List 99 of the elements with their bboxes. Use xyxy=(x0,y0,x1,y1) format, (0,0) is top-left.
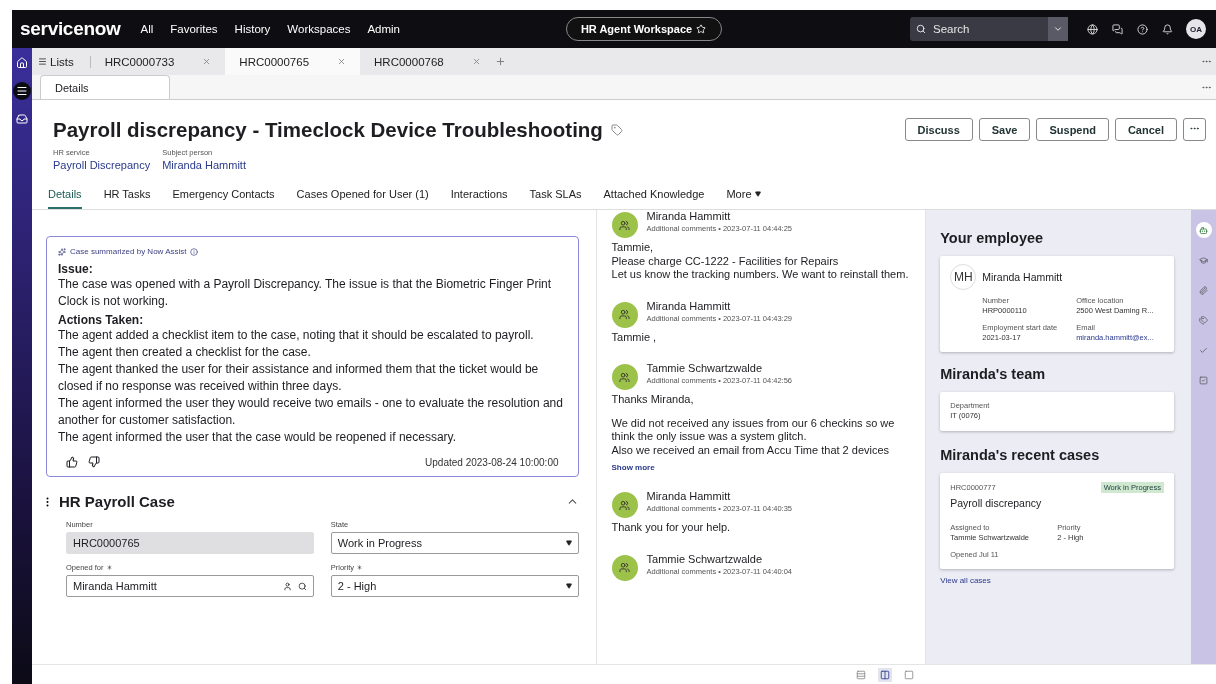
comment-text: We did not received any issues from our 6 checkins so we think the only issue was a system glitch. xyxy=(611,416,896,444)
more-button[interactable] xyxy=(1183,118,1206,141)
thumbs-up-icon[interactable] xyxy=(66,456,78,468)
split-view-icon[interactable] xyxy=(878,667,892,682)
workspace-switcher[interactable]: HR Agent Workspace xyxy=(565,17,722,41)
summary-text: The agent added a checklist item to the case, noting that it should be escalated to payroll. xyxy=(58,327,535,344)
comment-text: Please charge CC-1222 - Facilities for Repairs xyxy=(611,254,840,268)
action-button[interactable]: Discuss xyxy=(904,118,973,141)
summary-heading: Actions Taken: xyxy=(58,313,145,327)
team-avatar-icon xyxy=(611,364,638,390)
employee-name: Miranda Hammitt xyxy=(982,271,1063,283)
record-tab[interactable]: HRC0000768 xyxy=(360,48,495,75)
search-icon[interactable] xyxy=(297,581,307,591)
search-input[interactable]: Search xyxy=(931,22,1031,36)
logo[interactable]: servicenow xyxy=(20,18,121,40)
caret-icon xyxy=(754,191,761,197)
team-avatar-icon xyxy=(611,554,638,581)
chat-icon[interactable] xyxy=(1112,23,1123,35)
chevron-icon xyxy=(1053,24,1063,34)
comment-author: Miranda Hammitt xyxy=(646,210,732,222)
drag-handle-icon[interactable] xyxy=(46,496,49,507)
search-field[interactable]: Search xyxy=(910,17,1048,41)
star-icon xyxy=(696,24,707,34)
close-icon[interactable] xyxy=(202,57,212,66)
meta-link[interactable]: Miranda Hammitt xyxy=(162,159,246,171)
input-field[interactable]: Miranda Hammitt xyxy=(66,575,314,597)
comment-text: Let us know the tracking numbers. We want to reinstall them. xyxy=(611,268,910,282)
comment-text: Thanks Miranda, xyxy=(611,393,695,407)
list-icon[interactable] xyxy=(13,82,31,100)
panel-heading: Your employee xyxy=(940,230,1045,246)
panel-heading: Miranda's team xyxy=(940,366,1047,382)
comment-author: Miranda Hammitt xyxy=(646,490,732,502)
record-tab[interactable]: HRC0000765 xyxy=(225,48,361,75)
user-avatar[interactable]: OA xyxy=(1186,19,1206,39)
comment-text: Tammie , xyxy=(611,330,658,344)
summary-source: Case summarized by Now Assist xyxy=(70,247,187,256)
nav-menu-item[interactable]: Workspaces xyxy=(287,23,351,35)
action-button[interactable]: Save xyxy=(978,118,1031,141)
team-avatar-icon xyxy=(611,212,638,238)
bot-icon[interactable] xyxy=(1195,222,1212,238)
add-tab-icon[interactable] xyxy=(494,56,506,67)
details-tab[interactable]: Details xyxy=(40,75,170,99)
nav-menu-item[interactable]: Favorites xyxy=(170,23,218,35)
select-field[interactable]: 2 - High xyxy=(330,575,579,597)
search-icon xyxy=(916,24,926,34)
help-icon[interactable] xyxy=(1137,23,1148,35)
case-title: Payroll discrepancy - Timeclock Device Troubleshooting xyxy=(53,118,603,142)
close-icon[interactable] xyxy=(471,57,481,66)
comment-author: Tammie Schwartzwalde xyxy=(646,552,764,565)
summary-text: The agent thanked the user for their assistance and informed them that the ticket would be closed if no response was received within three days. xyxy=(58,361,540,395)
summary-text: The agent informed the user that the case would be reopened if necessary. xyxy=(58,429,458,446)
updated-time: Updated 2023-08-24 10:00:00 xyxy=(425,456,559,468)
comment-text: Thank you for your help. xyxy=(611,521,732,535)
menu-icon xyxy=(38,57,47,66)
record-section-tab[interactable]: More xyxy=(726,188,761,209)
bell-icon[interactable] xyxy=(1162,23,1173,35)
team-avatar-icon xyxy=(611,301,638,328)
summary-text: The case was opened with a Payroll Discrepancy. The issue is that the Biometric Finger Print Clock is not working. xyxy=(58,276,553,310)
action-button[interactable]: Cancel xyxy=(1114,118,1177,141)
action-button[interactable]: Suspend xyxy=(1036,118,1109,141)
summary-text: The agent informed the user they would receive two emails - one to evaluate the resolution and another for customer satisfaction. xyxy=(58,395,564,429)
globe-icon[interactable] xyxy=(1087,23,1098,35)
record-section-tab[interactable]: Details xyxy=(48,188,82,209)
summary-heading: Issue: xyxy=(58,262,94,276)
user-icon[interactable] xyxy=(282,581,292,591)
record-section-tab[interactable]: Attached Knowledge xyxy=(603,188,705,209)
meta-link[interactable]: Payroll Discrepancy xyxy=(53,159,151,171)
sparkle-icon xyxy=(58,247,66,256)
thumbs-down-icon[interactable] xyxy=(88,456,100,468)
required-icon xyxy=(356,564,364,571)
required-icon xyxy=(105,564,113,571)
tag-icon[interactable] xyxy=(610,124,623,136)
lists-tab[interactable]: Lists xyxy=(32,55,91,68)
summary-text: The agent then created a checklist for the case. xyxy=(58,344,312,361)
view-all-link[interactable]: View all cases xyxy=(940,576,1174,585)
record-section-tab[interactable]: Task SLAs xyxy=(529,188,582,209)
comment-author: Tammie Schwartzwalde xyxy=(646,362,764,374)
select-field[interactable]: Work in Progress xyxy=(330,532,579,554)
close-icon[interactable] xyxy=(337,57,347,66)
caret-icon xyxy=(565,540,572,546)
caret-icon xyxy=(565,583,572,589)
comment-text: Tammie, xyxy=(611,241,655,255)
record-tab[interactable]: HRC0000733 xyxy=(90,48,226,75)
record-section-tab[interactable]: Emergency Contacts xyxy=(172,188,275,209)
input-field: HRC0000765 xyxy=(66,532,314,554)
nav-menu-item[interactable]: Admin xyxy=(367,23,401,35)
nav-menu-item[interactable]: History xyxy=(234,23,271,35)
show-more-link[interactable]: Show more xyxy=(611,463,918,472)
panel-heading: Miranda's recent cases xyxy=(940,447,1101,463)
nav-menu-item[interactable]: All xyxy=(140,23,154,35)
section-title: HR Payroll Case xyxy=(59,493,176,510)
comment-text: Also we received an email from Accu Time that 2 devices xyxy=(611,443,891,457)
record-section-tab[interactable]: Interactions xyxy=(450,188,508,209)
team-avatar-icon xyxy=(611,492,638,518)
info-icon[interactable] xyxy=(190,247,199,256)
record-section-tab[interactable]: HR Tasks xyxy=(103,188,151,209)
case-title: Payroll discrepancy xyxy=(950,497,1043,509)
comment-author: Miranda Hammitt xyxy=(646,299,732,312)
record-section-tab[interactable]: Cases Opened for User (1) xyxy=(296,188,429,209)
